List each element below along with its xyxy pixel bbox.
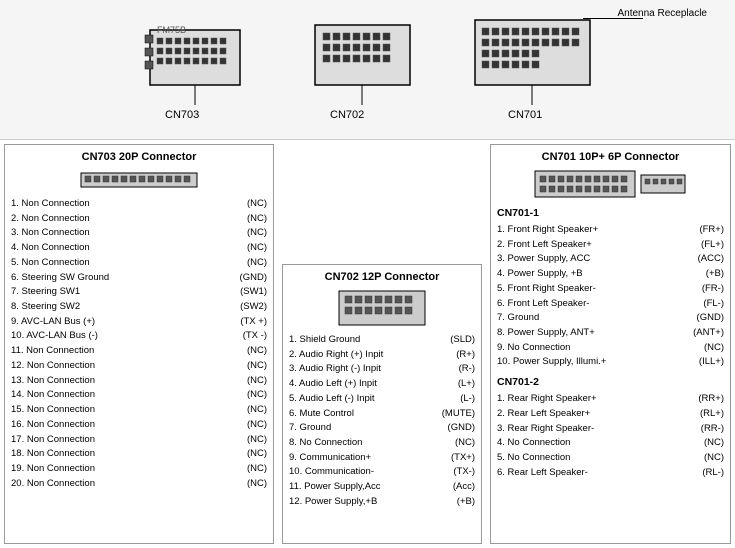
- list-item: 5. Audio Left (-) Inpit(L-): [289, 392, 475, 407]
- list-item: 7. Ground(GND): [497, 311, 724, 326]
- cn701-connector-icon: [497, 169, 724, 199]
- connector-diagram-svg: CN703 FM75B CN702: [140, 10, 600, 125]
- cn702-connector-icon: [289, 289, 475, 327]
- middle-panel-cn702: CN702 12P Connector: [282, 264, 482, 544]
- list-item: 11. Power Supply,Acc(Acc): [289, 480, 475, 495]
- top-diagram: Antenna Receplacle: [0, 0, 735, 140]
- list-item: 4. Audio Left (+) Inpit(L+): [289, 377, 475, 392]
- list-item: 7. Ground(GND): [289, 421, 475, 436]
- cn701-1-subtitle: CN701-1: [497, 207, 724, 219]
- list-item: 1. Shield Ground(SLD): [289, 333, 475, 348]
- list-item: 1. Front Right Speaker+(FR+): [497, 223, 724, 238]
- list-item: 17. Non Connection(NC): [11, 433, 267, 448]
- cn702-icon-svg: [337, 289, 427, 327]
- list-item: 15. Non Connection(NC): [11, 403, 267, 418]
- middle-panel-title: CN702 12P Connector: [289, 271, 475, 283]
- list-item: 7. Steering SW1(SW1): [11, 285, 267, 300]
- cn702-pin-list: 1. Shield Ground(SLD)2. Audio Right (+) …: [289, 333, 475, 510]
- list-item: 1. Non Connection(NC): [11, 197, 267, 212]
- list-item: 10. Communication-(TX-): [289, 465, 475, 480]
- cn703-pin-list: 1. Non Connection(NC)2. Non Connection(N…: [11, 197, 267, 491]
- list-item: 4. Non Connection(NC): [11, 241, 267, 256]
- list-item: 6. Mute Control(MUTE): [289, 407, 475, 422]
- list-item: 4. No Connection(NC): [497, 436, 724, 451]
- list-item: 5. Non Connection(NC): [11, 256, 267, 271]
- list-item: 8. Power Supply, ANT+(ANT+): [497, 326, 724, 341]
- main-content: CN703 20P Connector: [0, 140, 735, 548]
- list-item: 9. Communication+(TX+): [289, 451, 475, 466]
- list-item: 12. Non Connection(NC): [11, 359, 267, 374]
- cn701-2-pin-list: 1. Rear Right Speaker+(RR+)2. Rear Left …: [497, 392, 724, 480]
- list-item: 2. Non Connection(NC): [11, 212, 267, 227]
- svg-text:CN702: CN702: [330, 109, 364, 121]
- list-item: 2. Front Left Speaker+(FL+): [497, 238, 724, 253]
- list-item: 13. Non Connection(NC): [11, 374, 267, 389]
- list-item: 5. No Connection(NC): [497, 451, 724, 466]
- svg-text:CN701: CN701: [508, 109, 542, 121]
- list-item: 1. Rear Right Speaker+(RR+): [497, 392, 724, 407]
- list-item: 6. Front Left Speaker-(FL-): [497, 297, 724, 312]
- list-item: 20. Non Connection(NC): [11, 477, 267, 492]
- right-panel-cn701: CN701 10P+ 6P Connector: [490, 144, 731, 544]
- list-item: 14. Non Connection(NC): [11, 388, 267, 403]
- svg-text:FM75B: FM75B: [157, 25, 186, 35]
- list-item: 12. Power Supply,+B(+B): [289, 495, 475, 510]
- cn701-1-pin-list: 1. Front Right Speaker+(FR+)2. Front Lef…: [497, 223, 724, 370]
- list-item: 5. Front Right Speaker-(FR-): [497, 282, 724, 297]
- list-item: 8. Steering SW2(SW2): [11, 300, 267, 315]
- list-item: 3. Power Supply, ACC(ACC): [497, 252, 724, 267]
- list-item: 3. Non Connection(NC): [11, 226, 267, 241]
- svg-text:CN703: CN703: [165, 109, 199, 121]
- list-item: 19. Non Connection(NC): [11, 462, 267, 477]
- list-item: 11. Non Connection(NC): [11, 344, 267, 359]
- list-item: 2. Rear Left Speaker+(RL+): [497, 407, 724, 422]
- list-item: 3. Rear Right Speaker-(RR-): [497, 422, 724, 437]
- list-item: 2. Audio Right (+) Inpit(R+): [289, 348, 475, 363]
- cn701-icon-svg: [533, 169, 688, 199]
- left-panel-title: CN703 20P Connector: [11, 151, 267, 163]
- left-panel-cn703: CN703 20P Connector: [4, 144, 274, 544]
- cn701-2-subtitle: CN701-2: [497, 376, 724, 388]
- list-item: 9. No Connection(NC): [497, 341, 724, 356]
- list-item: 9. AVC-LAN Bus (+)(TX +): [11, 315, 267, 330]
- list-item: 6. Rear Left Speaker-(RL-): [497, 466, 724, 481]
- list-item: 10. Power Supply, Illumi.+(ILL+): [497, 355, 724, 370]
- list-item: 3. Audio Right (-) Inpit(R-): [289, 362, 475, 377]
- right-panel-title: CN701 10P+ 6P Connector: [497, 151, 724, 163]
- list-item: 16. Non Connection(NC): [11, 418, 267, 433]
- list-item: 18. Non Connection(NC): [11, 447, 267, 462]
- cn703-connector-icon: [11, 169, 267, 191]
- list-item: 4. Power Supply, +B(+B): [497, 267, 724, 282]
- cn703-icon-svg: [79, 169, 199, 191]
- list-item: 10. AVC-LAN Bus (-)(TX -): [11, 329, 267, 344]
- list-item: 8. No Connection(NC): [289, 436, 475, 451]
- list-item: 6. Steering SW Ground(GND): [11, 271, 267, 286]
